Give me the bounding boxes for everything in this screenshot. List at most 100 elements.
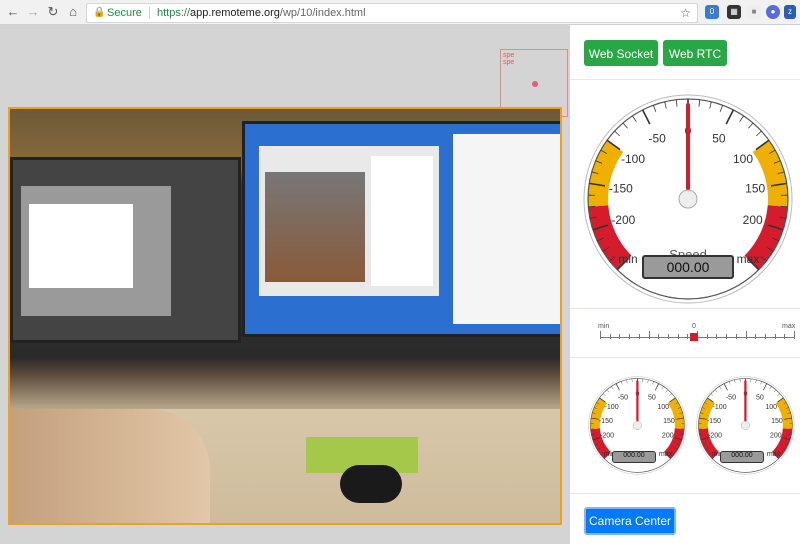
speed-gauge-tick-label: -200 [611, 213, 635, 227]
slider-tick [755, 334, 757, 339]
left-gauge-tick-label: -50 [618, 394, 628, 401]
slider-handle[interactable] [690, 333, 698, 341]
right-gauge-tick-label: -50 [726, 394, 736, 401]
speed-gauge-tick-label: 50 [712, 132, 726, 146]
slider-tick [619, 334, 621, 339]
bookmark-star-icon[interactable]: ☆ [680, 4, 691, 22]
speed-value-display: 000.00 [642, 255, 734, 279]
right-gauge-tick-label: -100 [713, 404, 727, 411]
slider-tick [687, 334, 689, 339]
divider [570, 308, 800, 309]
speed-gauge-tick-label: 150 [745, 182, 765, 196]
secure-label: Secure [107, 7, 142, 19]
url-text: https://app.remoteme.org/wp/10/index.htm… [157, 4, 366, 22]
slider-min-label: min [598, 323, 610, 330]
film-extension-icon[interactable]: ▦ [727, 5, 741, 19]
divider [570, 79, 800, 80]
divider [570, 357, 800, 358]
hand [10, 409, 210, 523]
right-gauge-tick-label: -200 [708, 433, 722, 440]
left-gauge-tick-label: 200 [662, 433, 674, 440]
left-gauge-tick-label: 100 [657, 404, 669, 411]
video-area: spe spe [0, 25, 570, 544]
speed-gauge-tick-label: 100 [733, 152, 753, 166]
monitor-panel [371, 156, 433, 286]
speed-gauge-needle-hub [678, 189, 698, 209]
right-gauge-tick-label: max [767, 451, 781, 458]
slider-tick [658, 334, 660, 339]
right-gauge-tick-label: 100 [765, 404, 777, 411]
monitor-right-window [453, 134, 560, 324]
speed-gauge-tick-label: -100 [621, 152, 645, 166]
right-monitor [242, 121, 560, 337]
url-path: /wp/10/index.html [279, 7, 366, 19]
left-gauge-needle-hub [632, 420, 642, 430]
slider-tick [706, 334, 708, 339]
url-scheme: https:// [157, 7, 191, 19]
right-gauge-value-display: 000.00 [720, 451, 764, 463]
lock-icon: 🔒 [93, 7, 106, 18]
zip-extension-icon[interactable]: z [784, 5, 796, 19]
reload-icon[interactable]: ↻ [44, 3, 62, 21]
divider [570, 493, 800, 494]
back-arrow-icon[interactable]: ← [4, 3, 22, 21]
speed-gauge-tick-label: -50 [648, 132, 666, 146]
slider-tick [764, 334, 766, 339]
slider-tick [735, 334, 737, 339]
slider-tick [784, 334, 786, 339]
slider-tick [677, 334, 679, 339]
slider-max-label: max [782, 323, 796, 330]
camera-video[interactable] [8, 107, 562, 525]
right-gauge-tick-label: 50 [756, 394, 764, 401]
right-gauge-tick-label: 150 [771, 418, 783, 425]
position-dot [532, 81, 538, 87]
right-gauge-tick-label: -150 [707, 418, 721, 425]
left-gauge-value-display: 000.00 [612, 451, 656, 463]
slider-tick [600, 331, 601, 339]
forward-arrow-icon[interactable]: → [24, 3, 42, 21]
circle-extension-icon[interactable]: ● [766, 5, 780, 19]
left-gauge-tick-label: 50 [648, 394, 656, 401]
speed-gauge-tick-label: 200 [743, 213, 763, 227]
speed-gauge-tick [780, 205, 788, 208]
slider-tick [716, 334, 718, 339]
speed-gauge-tick-label: max [737, 252, 760, 266]
computer-mouse [340, 465, 402, 503]
left-gauge-tick-label: 150 [663, 418, 675, 425]
slider-tick [745, 331, 747, 339]
control-panel: Web Socket Web RTC min-200-150-100-50050… [570, 25, 800, 544]
slider-tick [638, 334, 640, 339]
speed-gauge-tick [588, 205, 596, 208]
slider-tick [726, 334, 728, 339]
left-gauge-tick-label: -100 [605, 404, 619, 411]
web-rtc-button[interactable]: Web RTC [663, 40, 727, 66]
slider-tick [774, 334, 776, 339]
slider-mid-label: 0 [692, 323, 696, 330]
left-gauge-tick-label: -200 [600, 433, 614, 440]
right-gauge-tick-label: 200 [770, 433, 782, 440]
monitor-photo [265, 172, 365, 282]
slider-tick [648, 331, 650, 339]
slider-tick [794, 331, 795, 339]
home-icon[interactable]: ⌂ [64, 3, 82, 21]
address-bar[interactable]: 🔒 Secure https://app.remoteme.org/wp/10/… [86, 3, 698, 23]
slider-tick [667, 334, 669, 339]
web-socket-button[interactable]: Web Socket [584, 40, 658, 66]
speed-gauge-tick-label: min [618, 252, 637, 266]
left-monitor [10, 157, 241, 343]
extension-icon[interactable]: ■ [747, 5, 761, 19]
left-gauge-tick-label: -150 [599, 418, 613, 425]
left-gauge-tick-label: max [659, 451, 673, 458]
right-gauge-needle-hub [740, 420, 750, 430]
mini-canvas-label: spe spe [503, 52, 515, 66]
left-monitor-document [29, 204, 133, 288]
slider-tick [609, 334, 611, 339]
address-separator [149, 7, 150, 19]
camera-center-button[interactable]: Camera Center [584, 507, 676, 535]
extension-badge-icon[interactable]: 0 [705, 5, 719, 19]
slider-tick [629, 334, 631, 339]
monitor-window [259, 146, 439, 296]
browser-toolbar: ← → ↻ ⌂ 🔒 Secure https://app.remoteme.or… [0, 0, 800, 25]
speed-gauge-tick-label: -150 [609, 182, 633, 196]
url-host: app.remoteme.org [190, 7, 280, 19]
